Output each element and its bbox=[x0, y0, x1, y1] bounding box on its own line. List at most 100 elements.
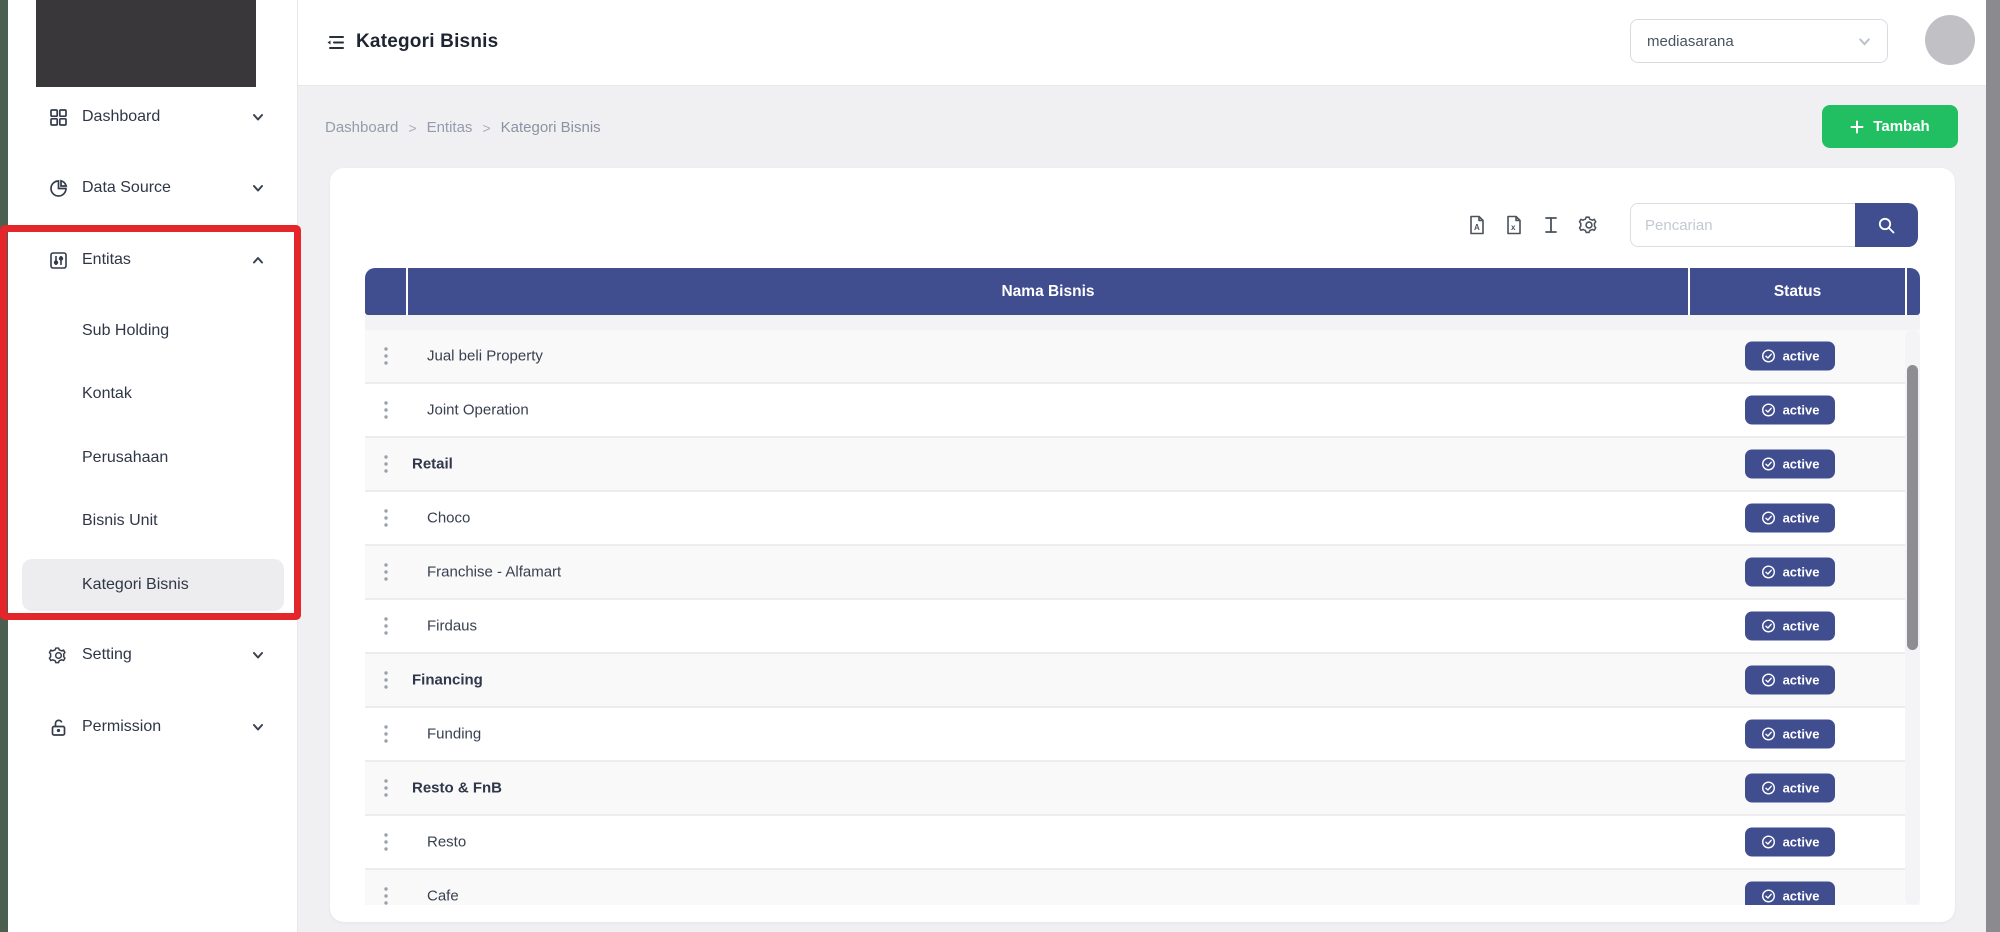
table-row[interactable]: Financing active bbox=[365, 654, 1920, 708]
row-business-name: Joint Operation bbox=[427, 402, 529, 419]
sidebar-item-dashboard[interactable]: Dashboard bbox=[22, 92, 284, 142]
table-row[interactable]: Resto & FnBactive bbox=[365, 762, 1920, 816]
table-row[interactable]: Retail active bbox=[365, 438, 1920, 492]
row-actions-kebab-icon[interactable] bbox=[373, 613, 399, 639]
settings-icon[interactable] bbox=[1578, 214, 1600, 236]
check-circle-icon bbox=[1761, 727, 1776, 742]
pie-chart-icon bbox=[48, 178, 69, 199]
table-row[interactable]: Chocoactive bbox=[365, 492, 1920, 546]
row-actions-kebab-icon[interactable] bbox=[373, 667, 399, 693]
breadcrumb-separator: > bbox=[482, 120, 490, 136]
sidebar-item-kategori-bisnis[interactable]: Kategori Bisnis bbox=[22, 559, 284, 611]
check-circle-icon bbox=[1761, 349, 1776, 364]
status-badge: active bbox=[1745, 720, 1835, 749]
export-excel-icon[interactable]: x bbox=[1503, 214, 1525, 236]
sidebar-item-permission[interactable]: Permission bbox=[22, 702, 284, 752]
sidebar-item-kontak[interactable]: Kontak bbox=[22, 369, 284, 419]
status-badge-label: active bbox=[1783, 511, 1820, 526]
sliders-icon bbox=[48, 250, 69, 271]
sidebar-item-label: Perusahaan bbox=[82, 449, 168, 467]
row-actions-kebab-icon[interactable] bbox=[373, 775, 399, 801]
table-row[interactable]: Firdausactive bbox=[365, 600, 1920, 654]
page-scrollbar[interactable] bbox=[1986, 0, 2000, 932]
row-actions-kebab-icon[interactable] bbox=[373, 451, 399, 477]
row-actions-kebab-icon[interactable] bbox=[373, 397, 399, 423]
table-header: Nama Bisnis Status bbox=[365, 268, 1920, 315]
status-badge-label: active bbox=[1783, 619, 1820, 634]
row-actions-kebab-icon[interactable] bbox=[373, 343, 399, 369]
table-scrollbar-thumb[interactable] bbox=[1907, 365, 1918, 650]
export-pdf-icon[interactable]: A bbox=[1466, 214, 1488, 236]
table-header-name: Nama Bisnis bbox=[408, 268, 1688, 315]
breadcrumb-item-kategori-bisnis: Kategori Bisnis bbox=[501, 119, 601, 136]
row-actions-kebab-icon[interactable] bbox=[373, 829, 399, 855]
top-header: Kategori Bisnis mediasarana bbox=[298, 0, 1986, 86]
check-circle-icon bbox=[1761, 619, 1776, 634]
status-badge-label: active bbox=[1783, 727, 1820, 742]
status-badge: active bbox=[1745, 612, 1835, 641]
chevron-down-icon bbox=[1857, 34, 1872, 49]
table-row[interactable]: Funding active bbox=[365, 708, 1920, 762]
row-business-name: Retail bbox=[412, 456, 453, 473]
row-actions-kebab-icon[interactable] bbox=[373, 559, 399, 585]
breadcrumb-item-dashboard[interactable]: Dashboard bbox=[325, 119, 398, 136]
status-badge: active bbox=[1745, 504, 1835, 533]
sidebar-item-label: Setting bbox=[82, 646, 132, 664]
row-business-name: Financing bbox=[412, 672, 483, 689]
menu-fold-icon[interactable] bbox=[325, 32, 346, 53]
page-title: Kategori Bisnis bbox=[356, 31, 498, 53]
row-business-name: Jual beli Property bbox=[427, 348, 543, 365]
content-card: A x bbox=[330, 168, 1955, 922]
table-header-gap bbox=[365, 315, 1920, 330]
row-business-name: Franchise - Alfamart bbox=[427, 564, 561, 581]
status-badge-label: active bbox=[1783, 781, 1820, 796]
status-badge-label: active bbox=[1783, 403, 1820, 418]
status-badge: active bbox=[1745, 450, 1835, 479]
row-actions-kebab-icon[interactable] bbox=[373, 505, 399, 531]
sidebar-item-data-source[interactable]: Data Source bbox=[22, 163, 284, 213]
status-badge-label: active bbox=[1783, 673, 1820, 688]
svg-text:x: x bbox=[1511, 223, 1516, 232]
status-badge: active bbox=[1745, 882, 1835, 906]
status-badge: active bbox=[1745, 396, 1835, 425]
chevron-down-icon bbox=[251, 720, 265, 734]
row-business-name: Cafe bbox=[427, 888, 459, 905]
workspace-select[interactable]: mediasarana bbox=[1630, 19, 1888, 63]
user-avatar[interactable] bbox=[1925, 15, 1975, 65]
status-badge-label: active bbox=[1783, 349, 1820, 364]
search-button[interactable] bbox=[1855, 203, 1918, 247]
add-button[interactable]: Tambah bbox=[1822, 105, 1958, 148]
padlock-open-icon bbox=[48, 717, 69, 738]
table-header-actions bbox=[365, 268, 406, 315]
text-icon[interactable] bbox=[1540, 214, 1562, 236]
breadcrumb-item-entitas[interactable]: Entitas bbox=[427, 119, 473, 136]
check-circle-icon bbox=[1761, 403, 1776, 418]
sidebar-item-perusahaan[interactable]: Perusahaan bbox=[22, 433, 284, 483]
chevron-up-icon bbox=[251, 253, 265, 267]
sidebar-item-sub-holding[interactable]: Sub Holding bbox=[22, 306, 284, 356]
check-circle-icon bbox=[1761, 673, 1776, 688]
sidebar-item-label: Kategori Bisnis bbox=[82, 576, 189, 594]
table-row[interactable]: Joint Operation active bbox=[365, 384, 1920, 438]
check-circle-icon bbox=[1761, 835, 1776, 850]
table-row[interactable]: Cafe active bbox=[365, 870, 1920, 905]
check-circle-icon bbox=[1761, 781, 1776, 796]
table-row[interactable]: Restoactive bbox=[365, 816, 1920, 870]
row-actions-kebab-icon[interactable] bbox=[373, 721, 399, 747]
table-scrollbar-track bbox=[1905, 330, 1920, 905]
status-badge: active bbox=[1745, 666, 1835, 695]
svg-text:A: A bbox=[1474, 223, 1480, 232]
sidebar-item-entitas[interactable]: Entitas bbox=[22, 235, 284, 285]
table-row[interactable]: Jual beli Property active bbox=[365, 330, 1920, 384]
status-badge: active bbox=[1745, 828, 1835, 857]
row-business-name: Funding bbox=[427, 726, 481, 743]
sidebar-item-label: Sub Holding bbox=[82, 322, 169, 340]
row-actions-kebab-icon[interactable] bbox=[373, 883, 399, 905]
check-circle-icon bbox=[1761, 511, 1776, 526]
table-row[interactable]: Franchise - Alfamartactive bbox=[365, 546, 1920, 600]
breadcrumb: Dashboard>Entitas>Kategori Bisnis bbox=[325, 119, 601, 136]
sidebar-item-setting[interactable]: Setting bbox=[22, 630, 284, 680]
sidebar-item-bisnis-unit[interactable]: Bisnis Unit bbox=[22, 496, 284, 546]
sidebar-item-label: Kontak bbox=[82, 385, 132, 403]
search-input[interactable] bbox=[1630, 203, 1855, 247]
